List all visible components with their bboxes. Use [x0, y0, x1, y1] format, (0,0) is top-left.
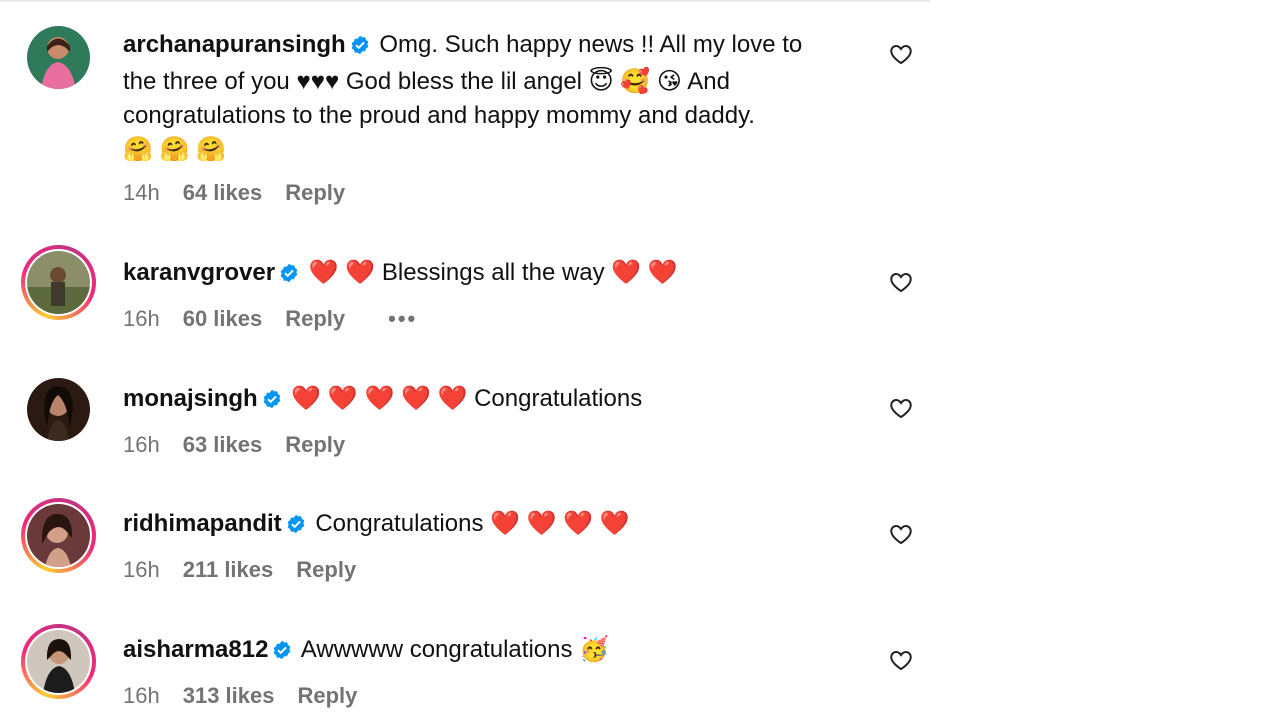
heart-outline-icon[interactable]: [889, 42, 913, 66]
comment-text-line: 🤗 🤗 🤗: [123, 136, 226, 163]
comments-panel: archanapuransingh Omg. Such happy news !…: [0, 0, 930, 720]
verified-badge-icon: [350, 31, 370, 65]
comment-meta: 16h 313 likes Reply: [123, 683, 380, 709]
comment-username[interactable]: aisharma812: [123, 636, 268, 663]
avatar[interactable]: [21, 20, 96, 95]
verified-badge-icon: [262, 385, 282, 419]
comment-likes[interactable]: 64 likes: [183, 180, 263, 206]
reply-button[interactable]: Reply: [285, 306, 345, 332]
comment-likes[interactable]: 60 likes: [183, 306, 263, 332]
reply-button[interactable]: Reply: [296, 557, 356, 583]
comment-text-line: ❤️ ❤️ Blessings all the way ❤️ ❤️: [308, 259, 678, 286]
comment-likes[interactable]: 211 likes: [183, 557, 274, 583]
heart-outline-icon[interactable]: [889, 648, 913, 672]
comment-text-line: Omg. Such happy news !! All my love to: [379, 31, 803, 58]
heart-outline-icon[interactable]: [889, 396, 913, 420]
comment-time[interactable]: 16h: [123, 683, 160, 709]
comment-text-line: the three of you ♥♥♥ God bless the lil a…: [123, 68, 730, 95]
comment-text: aisharma812 Awwwww congratulations 🥳: [123, 633, 863, 670]
comment-text-line: Congratulations ❤️ ❤️ ❤️ ❤️: [315, 510, 630, 537]
comment-time[interactable]: 14h: [123, 180, 160, 206]
comment-text: archanapuransingh Omg. Such happy news !…: [123, 28, 863, 167]
comment-text: karanvgrover ❤️ ❤️ Blessings all the way…: [123, 256, 863, 293]
reply-button[interactable]: Reply: [297, 683, 357, 709]
comment-text-line: ❤️ ❤️ ❤️ ❤️ ❤️ Congratulations: [291, 385, 643, 412]
reply-button[interactable]: Reply: [285, 180, 345, 206]
avatar[interactable]: [21, 624, 96, 699]
comment-time[interactable]: 16h: [123, 306, 160, 332]
heart-outline-icon[interactable]: [889, 522, 913, 546]
comment-meta: 16h 63 likes Reply: [123, 432, 368, 458]
comment-text: ridhimapandit Congratulations ❤️ ❤️ ❤️ ❤…: [123, 507, 863, 544]
verified-badge-icon: [286, 510, 306, 544]
comment-username[interactable]: monajsingh: [123, 385, 258, 412]
comment-text-line: Awwwww congratulations 🥳: [300, 636, 610, 663]
verified-badge-icon: [272, 636, 292, 670]
verified-badge-icon: [279, 259, 299, 293]
comment-username[interactable]: archanapuransingh: [123, 31, 346, 58]
comment-meta: 14h 64 likes Reply: [123, 180, 368, 206]
comment-time[interactable]: 16h: [123, 557, 160, 583]
heart-outline-icon[interactable]: [889, 270, 913, 294]
comment-meta: 16h 60 likes Reply •••: [123, 306, 440, 332]
comment-text: monajsingh ❤️ ❤️ ❤️ ❤️ ❤️ Congratulation…: [123, 382, 863, 419]
avatar[interactable]: [21, 245, 96, 320]
comment-meta: 16h 211 likes Reply: [123, 557, 379, 583]
comment-text-line: congratulations to the proud and happy m…: [123, 102, 755, 129]
comment-likes[interactable]: 63 likes: [183, 432, 263, 458]
avatar[interactable]: [21, 372, 96, 447]
comment-time[interactable]: 16h: [123, 432, 160, 458]
comment-username[interactable]: karanvgrover: [123, 259, 275, 286]
reply-button[interactable]: Reply: [285, 432, 345, 458]
comment-username[interactable]: ridhimapandit: [123, 510, 282, 537]
comment-likes[interactable]: 313 likes: [183, 683, 275, 709]
avatar[interactable]: [21, 498, 96, 573]
more-options-icon[interactable]: •••: [388, 306, 417, 332]
divider: [0, 0, 930, 2]
